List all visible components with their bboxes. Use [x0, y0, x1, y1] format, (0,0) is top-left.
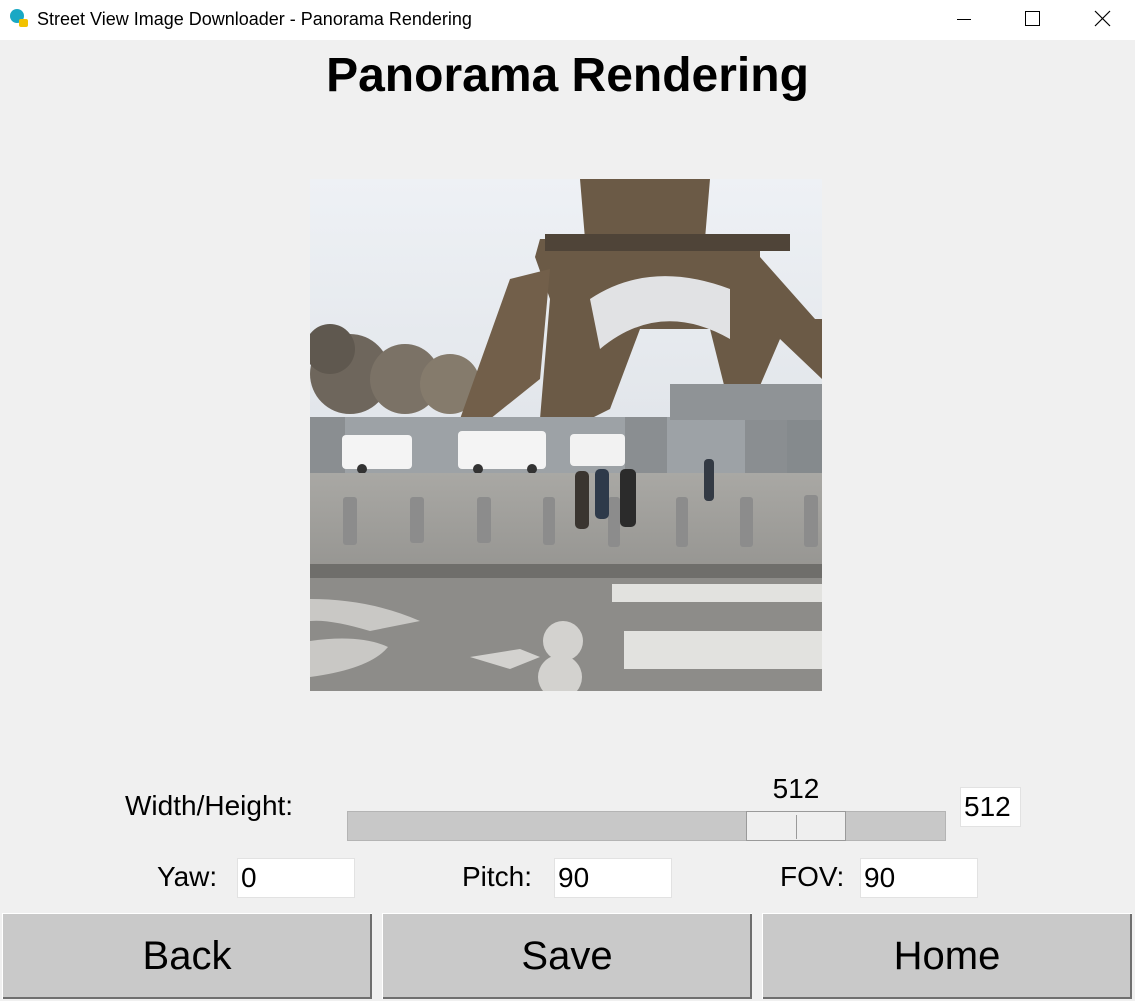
size-input[interactable]: [960, 787, 1021, 827]
slider-value-label: 512: [772, 773, 820, 804]
close-icon: [1094, 10, 1111, 27]
close-button[interactable]: [1079, 0, 1125, 40]
size-slider-thumb[interactable]: [746, 811, 846, 841]
title-bar: Street View Image Downloader - Panorama …: [0, 0, 1135, 40]
back-button[interactable]: Back: [2, 913, 372, 999]
app-logo-icon: [10, 9, 28, 27]
yaw-input[interactable]: [237, 858, 355, 898]
save-button[interactable]: Save: [382, 913, 752, 999]
window-title: Street View Image Downloader - Panorama …: [37, 9, 472, 29]
pitch-label: Pitch:: [462, 861, 533, 892]
panorama-preview-image: [310, 179, 822, 691]
maximize-icon: [1025, 11, 1040, 26]
minimize-icon: [957, 19, 971, 20]
fov-label: FOV:: [780, 861, 845, 892]
minimize-button[interactable]: [940, 0, 986, 40]
slider-grip: [796, 815, 797, 839]
width-height-label: Width/Height:: [125, 790, 294, 821]
yaw-label: Yaw:: [157, 861, 218, 892]
size-slider-trough[interactable]: [347, 811, 946, 841]
home-button[interactable]: Home: [762, 913, 1132, 999]
fov-input[interactable]: [860, 858, 978, 898]
page-title: Panorama Rendering: [326, 49, 809, 102]
pitch-input[interactable]: [554, 858, 672, 898]
maximize-button[interactable]: [1009, 0, 1055, 40]
